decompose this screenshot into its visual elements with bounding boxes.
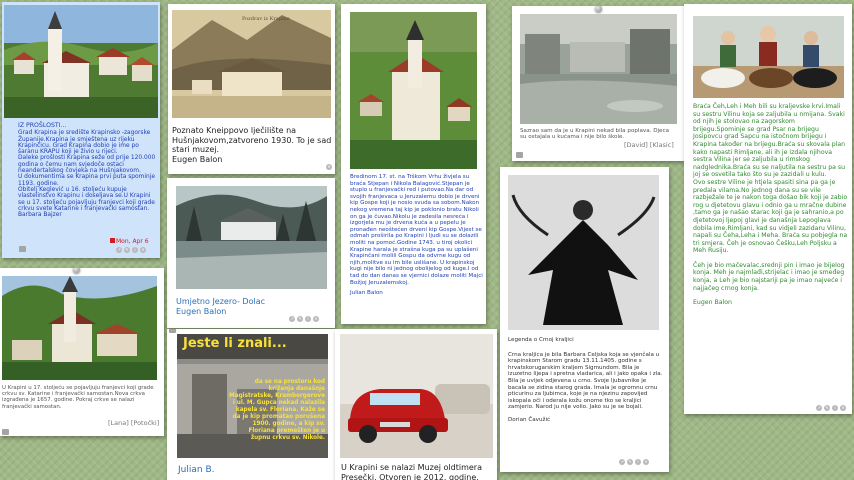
note-crkva[interactable]: U Krapini u 17. stoljeću se pojavljuju f… <box>0 268 164 436</box>
author: Julian B. <box>178 465 215 475</box>
note-kneipp[interactable]: Pozdrav iz Krapine Poznato Kneippovo lje… <box>168 4 335 174</box>
note-body-text: da se na prostoru kod križanja današnje … <box>229 379 325 441</box>
note-body: Braća Čeh,Leh i Meh bili su kraljevske k… <box>693 103 848 307</box>
note-crna-kraljica[interactable]: Legenda o Crnoj kraljici Crna kraljica j… <box>500 167 669 472</box>
info-icon[interactable]: i <box>305 316 311 322</box>
info-icon[interactable]: i <box>635 459 641 465</box>
note-title: IZ PROŠLOSTI... <box>18 122 67 129</box>
author: Julian Balon <box>350 290 383 297</box>
note-body: Bredinom 17. st. na Trškom Vrhu živjela … <box>350 174 483 297</box>
note-text: Bredinom 17. st. na Trškom Vrhu živjela … <box>350 174 483 286</box>
delete-icon[interactable]: ✕ <box>643 459 649 465</box>
share-icon[interactable]: ↗ <box>289 316 295 322</box>
comment-icon[interactable]: ✎ <box>824 405 830 411</box>
delete-icon[interactable]: ✕ <box>140 247 146 253</box>
note-jezero[interactable]: Umjetno Jezero- Dolac Eugen Balon ↗ ✎ i … <box>167 178 335 328</box>
kneipp-postcard-photo: Pozdrav iz Krapine <box>172 10 331 118</box>
paragraph: Daleke prošlosti Krapina seže od prije 1… <box>18 155 156 175</box>
note-actions: ↗ ✎ i ✕ <box>816 405 846 411</box>
note-cech-leh-meh[interactable]: Braća Čeh,Leh i Meh bili su kraljevske k… <box>684 4 852 414</box>
delete-icon[interactable]: ✕ <box>313 316 319 322</box>
paragraph: U dokumentima se Krapina prvi puta spomi… <box>18 174 156 187</box>
note-poplava[interactable]: Sazrao sam da je u Krapini nekad bila po… <box>512 6 685 161</box>
calendar-icon <box>110 238 115 243</box>
note-actions: ↗ ✎ i ✕ <box>619 459 649 465</box>
comment-icon[interactable]: ✎ <box>297 316 303 322</box>
note-actions: ✕ <box>326 164 332 170</box>
lake-winter-photo <box>176 186 327 289</box>
note-body: Poznato Kneippovo lječilište na Hušnjako… <box>172 126 332 164</box>
pin-icon <box>73 268 80 273</box>
attribution: [David] [Klasic] <box>624 141 674 149</box>
three-brothers-painting <box>693 16 844 98</box>
date-label: Mon, Apr 6 <box>110 238 149 245</box>
trski-vrh-church-photo <box>350 12 477 169</box>
author: Barbara Bajzer <box>18 212 62 219</box>
author: Eugen Balon <box>693 299 732 307</box>
note-caption: U Krapini u 17. stoljeću se pojavljuju f… <box>2 385 154 410</box>
note-body: U Krapini se nalazi Muzej oldtimera Pres… <box>341 463 493 480</box>
paragraph: Grad Krapina je središte Krapinsko -zago… <box>18 130 151 156</box>
info-icon[interactable]: i <box>132 247 138 253</box>
town-church-photo <box>4 5 158 118</box>
red-mini-car-photo <box>340 334 493 458</box>
note-caption: Sazrao sam da je u Krapini nekad bila po… <box>520 128 669 141</box>
share-icon[interactable]: ↗ <box>619 459 625 465</box>
flood-street-photo <box>520 14 677 124</box>
pin-icon <box>595 6 602 12</box>
card-type-icon <box>2 429 9 435</box>
comment-icon[interactable]: ✎ <box>124 247 130 253</box>
paragraph: Ovo sestre Viline je htjela spasiti sina… <box>693 178 848 255</box>
franciscan-church-photo <box>2 276 157 380</box>
author: Eugen Balon <box>172 154 223 164</box>
author: Dorian Čavužić <box>508 416 551 423</box>
info-icon[interactable]: i <box>832 405 838 411</box>
svg-text:Pozdrav iz Krapine: Pozdrav iz Krapine <box>242 16 290 22</box>
note-iz-proslosti[interactable]: IZ PROŠLOSTI... Grad Krapina je središte… <box>2 2 160 258</box>
note-actions: ↗ ✎ i ✕ <box>289 316 319 322</box>
share-icon[interactable]: ↗ <box>116 247 122 253</box>
heading: Jeste li znali... <box>183 336 287 351</box>
black-queen-photo <box>508 175 659 330</box>
note-muzej-oldtimera[interactable]: U Krapini se nalazi Muzej oldtimera Pres… <box>335 329 497 480</box>
card-type-icon <box>19 246 26 252</box>
delete-icon[interactable]: ✕ <box>326 164 332 170</box>
card-type-icon <box>516 152 523 158</box>
paragraph: Braća Čeh,Leh i Meh bili su kraljevske k… <box>693 103 846 179</box>
note-body: Umjetno Jezero- Dolac Eugen Balon <box>176 297 331 317</box>
note-body: IZ PROŠLOSTI... Grad Krapina je središte… <box>18 122 158 219</box>
delete-icon[interactable]: ✕ <box>840 405 846 411</box>
note-body: Legenda o Crnoj kraljici Crna kraljica j… <box>508 337 663 424</box>
note-text: Poznato Kneippovo lječilište na Hušnjako… <box>172 126 332 154</box>
note-actions: ↗ ✎ i ✕ <box>116 247 146 253</box>
paragraph: Čeh je bio mačevalac,srednji pin i imao … <box>693 261 845 292</box>
card-type-icon <box>169 329 176 333</box>
paragraph: Obitelj Keglević u 16. stoljeću kupuje v… <box>18 186 155 212</box>
attribution: [Lana] [Potočki] <box>108 419 160 427</box>
note-jeste-li-znali[interactable]: Jeste li znali... da se na prostoru kod … <box>167 329 335 480</box>
comment-icon[interactable]: ✎ <box>627 459 633 465</box>
note-title: Umjetno Jezero- Dolac <box>176 297 266 306</box>
share-icon[interactable]: ↗ <box>816 405 822 411</box>
note-text: U Krapini se nalazi Muzej oldtimera Pres… <box>341 463 482 480</box>
paragraph: Crna kraljica je bila Barbara Celjska ko… <box>508 351 663 411</box>
note-title: Legenda o Crnoj kraljici <box>508 337 574 343</box>
note-body: Sazrao sam da je u Krapini nekad bila po… <box>520 128 677 141</box>
note-trski-vrh[interactable]: Bredinom 17. st. na Trškom Vrhu živjela … <box>341 4 486 324</box>
note-body: U Krapini u 17. stoljeću se pojavljuju f… <box>2 385 160 410</box>
